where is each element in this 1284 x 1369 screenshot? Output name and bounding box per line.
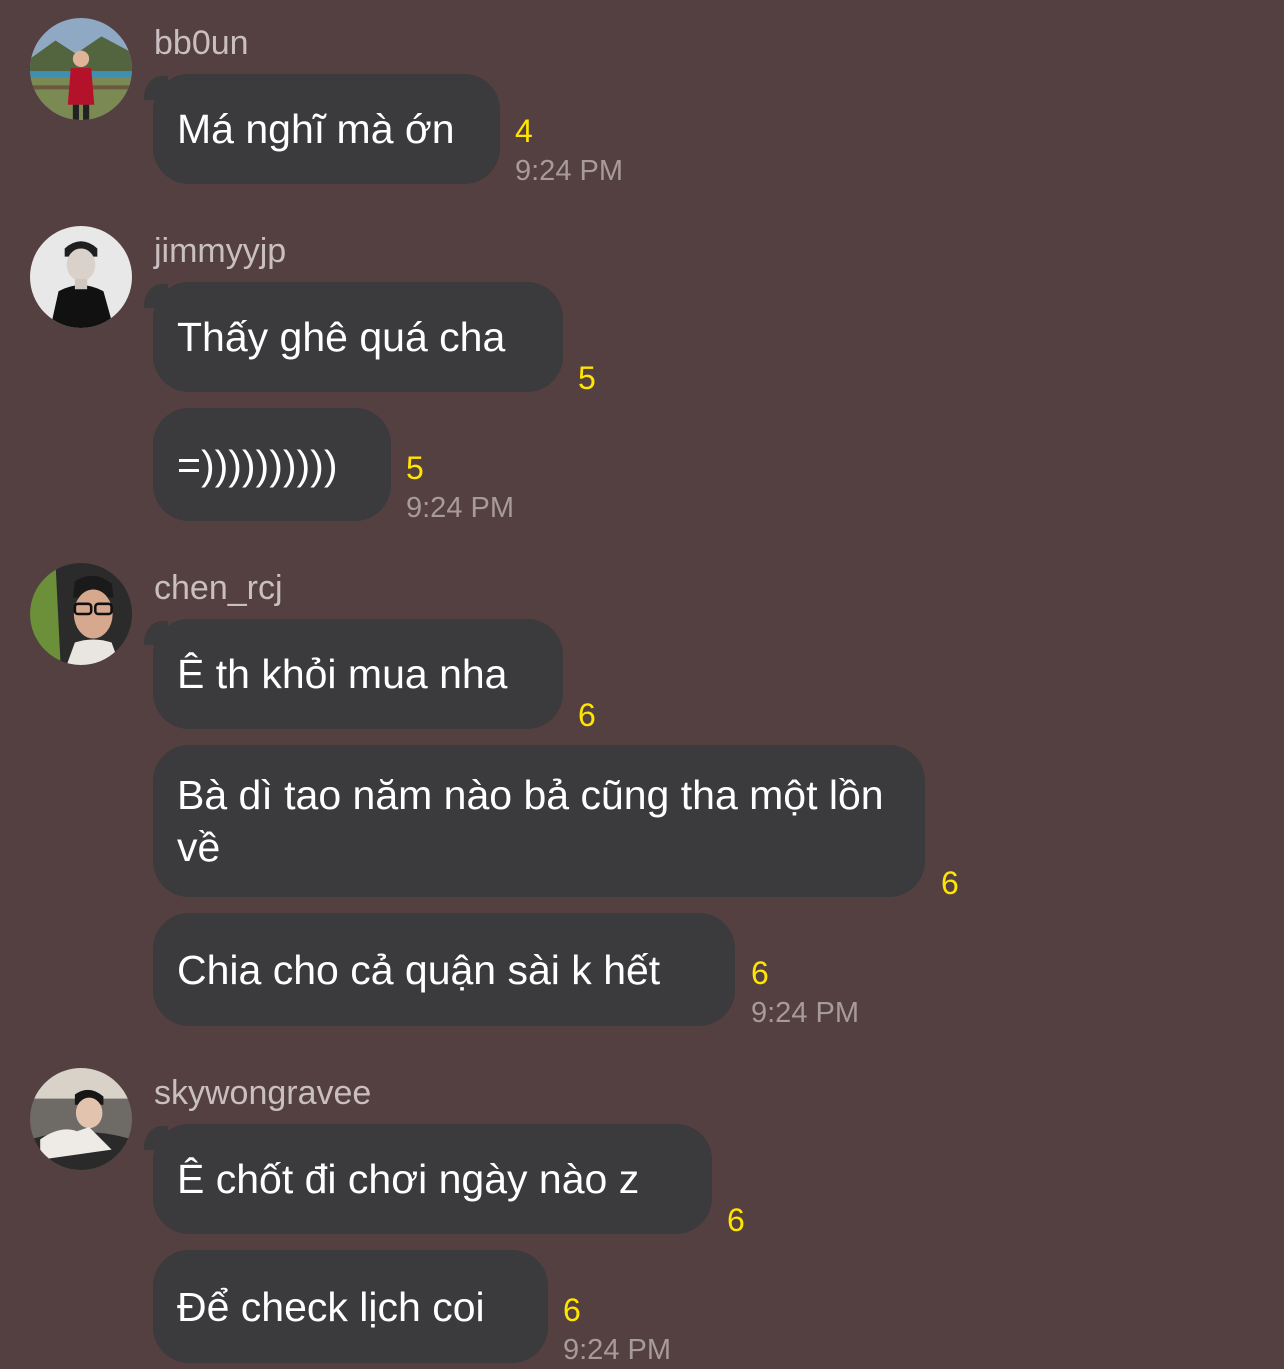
- message-bubble[interactable]: =)))))))))): [153, 408, 391, 521]
- avatar-jimmyyjp[interactable]: [30, 226, 132, 328]
- avatar-chen-rcj[interactable]: [30, 563, 132, 665]
- sender-name: bb0un: [154, 24, 249, 62]
- message-bubble[interactable]: Má nghĩ mà ớn: [153, 74, 500, 184]
- message-timestamp: 9:24 PM: [751, 997, 859, 1029]
- message-bubble[interactable]: Ê th khỏi mua nha: [153, 619, 563, 729]
- message-count: 4: [515, 113, 533, 149]
- avatar-photo-icon: [30, 226, 132, 328]
- message-bubble[interactable]: Ê chốt đi chơi ngày nào z: [153, 1124, 712, 1234]
- avatar-photo-icon: [30, 563, 132, 665]
- message-text: Để check lịch coi: [177, 1283, 485, 1330]
- message-count: 6: [563, 1292, 581, 1328]
- message-bubble[interactable]: Bà dì tao năm nào bả cũng tha một lồn về: [153, 745, 925, 897]
- message-bubble[interactable]: Để check lịch coi: [153, 1250, 548, 1363]
- sender-name: skywongravee: [154, 1074, 372, 1112]
- message-bubble[interactable]: Chia cho cả quận sài k hết: [153, 913, 735, 1026]
- message-count: 6: [751, 955, 769, 991]
- message-text: Má nghĩ mà ớn: [177, 106, 455, 152]
- message-bubble[interactable]: Thấy ghê quá cha: [153, 282, 563, 392]
- message-text: Ê th khỏi mua nha: [177, 651, 508, 697]
- message-text: Ê chốt đi chơi ngày nào z: [177, 1156, 640, 1202]
- message-timestamp: 9:24 PM: [406, 492, 514, 524]
- message-count: 6: [727, 1202, 745, 1238]
- avatar-skywongravee[interactable]: [30, 1068, 132, 1170]
- chat-message-list[interactable]: bb0un Má nghĩ mà ớn 4 9:24 PM jimmyyjp T…: [0, 0, 1284, 1369]
- message-count: 6: [941, 865, 959, 901]
- sender-name: chen_rcj: [154, 569, 283, 607]
- message-count: 5: [578, 360, 596, 396]
- message-count: 5: [406, 450, 424, 486]
- avatar-photo-icon: [30, 1068, 132, 1170]
- message-timestamp: 9:24 PM: [563, 1334, 671, 1366]
- message-text: Bà dì tao năm nào bả cũng tha một lồn về: [177, 772, 884, 870]
- sender-name: jimmyyjp: [154, 232, 287, 270]
- message-count: 6: [578, 697, 596, 733]
- avatar-bb0un[interactable]: [30, 18, 132, 120]
- message-text: Thấy ghê quá cha: [177, 314, 506, 360]
- message-text: Chia cho cả quận sài k hết: [177, 946, 661, 993]
- message-text: =)))))))))): [177, 441, 338, 488]
- message-timestamp: 9:24 PM: [515, 155, 623, 187]
- avatar-photo-icon: [30, 18, 132, 120]
